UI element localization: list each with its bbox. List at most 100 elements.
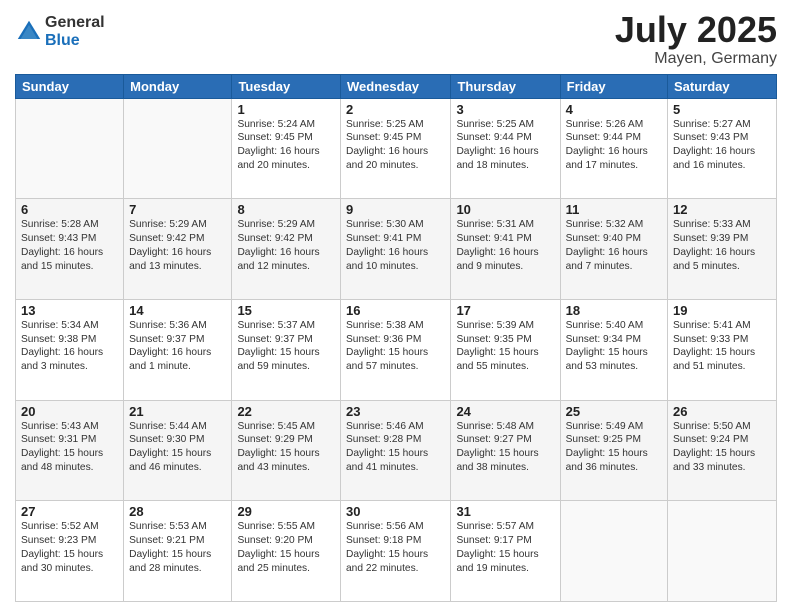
day-number: 24 bbox=[456, 404, 554, 419]
day-number: 17 bbox=[456, 303, 554, 318]
day-cell: 7Sunrise: 5:29 AM Sunset: 9:42 PM Daylig… bbox=[124, 199, 232, 300]
day-number: 19 bbox=[673, 303, 771, 318]
day-number: 21 bbox=[129, 404, 226, 419]
day-info: Sunrise: 5:31 AM Sunset: 9:41 PM Dayligh… bbox=[456, 218, 554, 273]
day-cell: 10Sunrise: 5:31 AM Sunset: 9:41 PM Dayli… bbox=[451, 199, 560, 300]
day-number: 9 bbox=[346, 202, 445, 217]
day-number: 1 bbox=[237, 102, 335, 117]
day-info: Sunrise: 5:39 AM Sunset: 9:35 PM Dayligh… bbox=[456, 319, 554, 374]
day-cell: 8Sunrise: 5:29 AM Sunset: 9:42 PM Daylig… bbox=[232, 199, 341, 300]
page: General Blue July 2025 Mayen, Germany Su… bbox=[0, 0, 792, 612]
day-info: Sunrise: 5:53 AM Sunset: 9:21 PM Dayligh… bbox=[129, 520, 226, 575]
day-info: Sunrise: 5:44 AM Sunset: 9:30 PM Dayligh… bbox=[129, 420, 226, 475]
title-section: July 2025 Mayen, Germany bbox=[615, 10, 777, 68]
day-number: 13 bbox=[21, 303, 118, 318]
day-cell: 28Sunrise: 5:53 AM Sunset: 9:21 PM Dayli… bbox=[124, 501, 232, 602]
day-number: 31 bbox=[456, 504, 554, 519]
day-number: 12 bbox=[673, 202, 771, 217]
day-info: Sunrise: 5:46 AM Sunset: 9:28 PM Dayligh… bbox=[346, 420, 445, 475]
day-cell: 12Sunrise: 5:33 AM Sunset: 9:39 PM Dayli… bbox=[668, 199, 777, 300]
day-number: 5 bbox=[673, 102, 771, 117]
day-cell bbox=[560, 501, 667, 602]
day-info: Sunrise: 5:30 AM Sunset: 9:41 PM Dayligh… bbox=[346, 218, 445, 273]
day-info: Sunrise: 5:40 AM Sunset: 9:34 PM Dayligh… bbox=[566, 319, 662, 374]
day-cell: 2Sunrise: 5:25 AM Sunset: 9:45 PM Daylig… bbox=[341, 98, 451, 199]
week-row-3: 20Sunrise: 5:43 AM Sunset: 9:31 PM Dayli… bbox=[16, 400, 777, 501]
day-number: 4 bbox=[566, 102, 662, 117]
day-info: Sunrise: 5:26 AM Sunset: 9:44 PM Dayligh… bbox=[566, 118, 662, 173]
day-cell: 31Sunrise: 5:57 AM Sunset: 9:17 PM Dayli… bbox=[451, 501, 560, 602]
day-info: Sunrise: 5:45 AM Sunset: 9:29 PM Dayligh… bbox=[237, 420, 335, 475]
day-cell: 23Sunrise: 5:46 AM Sunset: 9:28 PM Dayli… bbox=[341, 400, 451, 501]
day-number: 25 bbox=[566, 404, 662, 419]
day-info: Sunrise: 5:56 AM Sunset: 9:18 PM Dayligh… bbox=[346, 520, 445, 575]
day-number: 11 bbox=[566, 202, 662, 217]
day-info: Sunrise: 5:25 AM Sunset: 9:44 PM Dayligh… bbox=[456, 118, 554, 173]
day-number: 28 bbox=[129, 504, 226, 519]
day-number: 14 bbox=[129, 303, 226, 318]
col-thursday: Thursday bbox=[451, 74, 560, 98]
day-cell: 16Sunrise: 5:38 AM Sunset: 9:36 PM Dayli… bbox=[341, 299, 451, 400]
day-cell bbox=[668, 501, 777, 602]
day-number: 23 bbox=[346, 404, 445, 419]
day-info: Sunrise: 5:43 AM Sunset: 9:31 PM Dayligh… bbox=[21, 420, 118, 475]
logo: General Blue bbox=[15, 14, 105, 49]
day-info: Sunrise: 5:52 AM Sunset: 9:23 PM Dayligh… bbox=[21, 520, 118, 575]
day-cell: 27Sunrise: 5:52 AM Sunset: 9:23 PM Dayli… bbox=[16, 501, 124, 602]
logo-general: General bbox=[45, 14, 105, 32]
day-cell: 13Sunrise: 5:34 AM Sunset: 9:38 PM Dayli… bbox=[16, 299, 124, 400]
day-cell: 1Sunrise: 5:24 AM Sunset: 9:45 PM Daylig… bbox=[232, 98, 341, 199]
day-info: Sunrise: 5:24 AM Sunset: 9:45 PM Dayligh… bbox=[237, 118, 335, 173]
day-info: Sunrise: 5:32 AM Sunset: 9:40 PM Dayligh… bbox=[566, 218, 662, 273]
day-info: Sunrise: 5:55 AM Sunset: 9:20 PM Dayligh… bbox=[237, 520, 335, 575]
col-saturday: Saturday bbox=[668, 74, 777, 98]
day-info: Sunrise: 5:41 AM Sunset: 9:33 PM Dayligh… bbox=[673, 319, 771, 374]
day-cell: 11Sunrise: 5:32 AM Sunset: 9:40 PM Dayli… bbox=[560, 199, 667, 300]
day-cell bbox=[16, 98, 124, 199]
day-info: Sunrise: 5:37 AM Sunset: 9:37 PM Dayligh… bbox=[237, 319, 335, 374]
day-cell: 22Sunrise: 5:45 AM Sunset: 9:29 PM Dayli… bbox=[232, 400, 341, 501]
day-info: Sunrise: 5:28 AM Sunset: 9:43 PM Dayligh… bbox=[21, 218, 118, 273]
day-info: Sunrise: 5:29 AM Sunset: 9:42 PM Dayligh… bbox=[237, 218, 335, 273]
day-cell: 4Sunrise: 5:26 AM Sunset: 9:44 PM Daylig… bbox=[560, 98, 667, 199]
day-number: 15 bbox=[237, 303, 335, 318]
calendar: Sunday Monday Tuesday Wednesday Thursday… bbox=[15, 74, 777, 602]
day-info: Sunrise: 5:49 AM Sunset: 9:25 PM Dayligh… bbox=[566, 420, 662, 475]
week-row-2: 13Sunrise: 5:34 AM Sunset: 9:38 PM Dayli… bbox=[16, 299, 777, 400]
day-info: Sunrise: 5:57 AM Sunset: 9:17 PM Dayligh… bbox=[456, 520, 554, 575]
day-cell: 5Sunrise: 5:27 AM Sunset: 9:43 PM Daylig… bbox=[668, 98, 777, 199]
day-number: 18 bbox=[566, 303, 662, 318]
col-tuesday: Tuesday bbox=[232, 74, 341, 98]
day-info: Sunrise: 5:34 AM Sunset: 9:38 PM Dayligh… bbox=[21, 319, 118, 374]
day-number: 16 bbox=[346, 303, 445, 318]
day-number: 8 bbox=[237, 202, 335, 217]
day-cell: 29Sunrise: 5:55 AM Sunset: 9:20 PM Dayli… bbox=[232, 501, 341, 602]
day-cell: 18Sunrise: 5:40 AM Sunset: 9:34 PM Dayli… bbox=[560, 299, 667, 400]
day-cell bbox=[124, 98, 232, 199]
day-info: Sunrise: 5:36 AM Sunset: 9:37 PM Dayligh… bbox=[129, 319, 226, 374]
day-cell: 17Sunrise: 5:39 AM Sunset: 9:35 PM Dayli… bbox=[451, 299, 560, 400]
day-cell: 19Sunrise: 5:41 AM Sunset: 9:33 PM Dayli… bbox=[668, 299, 777, 400]
day-info: Sunrise: 5:29 AM Sunset: 9:42 PM Dayligh… bbox=[129, 218, 226, 273]
day-number: 29 bbox=[237, 504, 335, 519]
day-number: 30 bbox=[346, 504, 445, 519]
week-row-0: 1Sunrise: 5:24 AM Sunset: 9:45 PM Daylig… bbox=[16, 98, 777, 199]
day-info: Sunrise: 5:50 AM Sunset: 9:24 PM Dayligh… bbox=[673, 420, 771, 475]
week-row-4: 27Sunrise: 5:52 AM Sunset: 9:23 PM Dayli… bbox=[16, 501, 777, 602]
day-cell: 30Sunrise: 5:56 AM Sunset: 9:18 PM Dayli… bbox=[341, 501, 451, 602]
location-title: Mayen, Germany bbox=[615, 50, 777, 68]
col-friday: Friday bbox=[560, 74, 667, 98]
day-number: 6 bbox=[21, 202, 118, 217]
col-sunday: Sunday bbox=[16, 74, 124, 98]
day-cell: 21Sunrise: 5:44 AM Sunset: 9:30 PM Dayli… bbox=[124, 400, 232, 501]
day-cell: 26Sunrise: 5:50 AM Sunset: 9:24 PM Dayli… bbox=[668, 400, 777, 501]
day-number: 10 bbox=[456, 202, 554, 217]
day-cell: 3Sunrise: 5:25 AM Sunset: 9:44 PM Daylig… bbox=[451, 98, 560, 199]
day-number: 26 bbox=[673, 404, 771, 419]
day-cell: 14Sunrise: 5:36 AM Sunset: 9:37 PM Dayli… bbox=[124, 299, 232, 400]
day-number: 3 bbox=[456, 102, 554, 117]
day-info: Sunrise: 5:25 AM Sunset: 9:45 PM Dayligh… bbox=[346, 118, 445, 173]
day-cell: 25Sunrise: 5:49 AM Sunset: 9:25 PM Dayli… bbox=[560, 400, 667, 501]
day-info: Sunrise: 5:33 AM Sunset: 9:39 PM Dayligh… bbox=[673, 218, 771, 273]
day-cell: 9Sunrise: 5:30 AM Sunset: 9:41 PM Daylig… bbox=[341, 199, 451, 300]
